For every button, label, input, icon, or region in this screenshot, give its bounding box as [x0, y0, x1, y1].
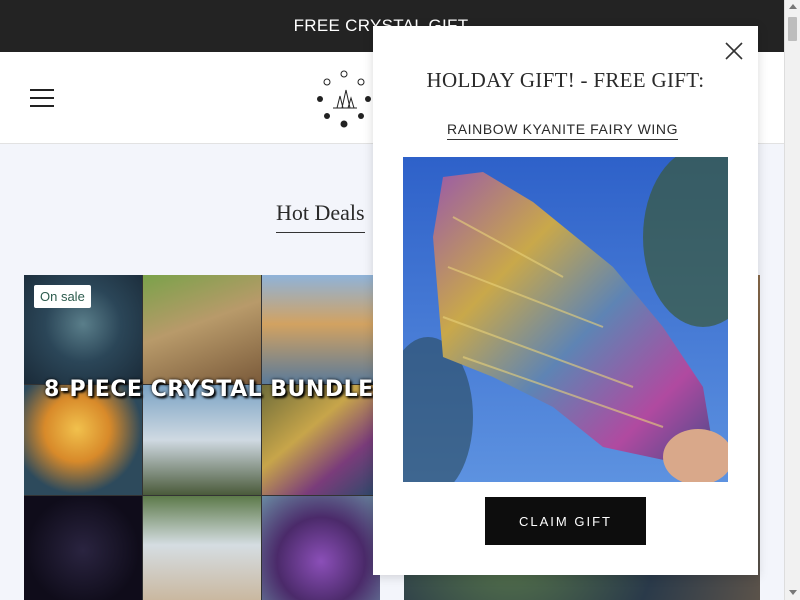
popup-title: HOLDAY GIFT! - FREE GIFT:: [426, 68, 705, 92]
scroll-up-icon[interactable]: [789, 4, 797, 9]
scroll-thumb[interactable]: [788, 17, 797, 41]
close-icon[interactable]: [723, 40, 745, 62]
product-card-image[interactable]: On sale 8-PIECE CRYSTAL BUNDLE: [24, 275, 380, 600]
claim-gift-button[interactable]: CLAIM GIFT: [485, 497, 646, 545]
gift-popup: HOLDAY GIFT! - FREE GIFT: RAINBOW KYANIT…: [373, 26, 758, 575]
section-title: Hot Deals: [276, 200, 365, 233]
hamburger-icon[interactable]: [30, 89, 54, 107]
crystal-moon-logo-icon[interactable]: [315, 70, 373, 128]
scroll-down-icon[interactable]: [789, 590, 797, 595]
popup-gift-link[interactable]: RAINBOW KYANITE FAIRY WING: [447, 121, 679, 140]
scrollbar[interactable]: [784, 0, 800, 600]
sale-badge: On sale: [34, 285, 91, 308]
product-image-caption: 8-PIECE CRYSTAL BUNDLE: [44, 377, 374, 402]
gift-product-image: [403, 157, 728, 482]
